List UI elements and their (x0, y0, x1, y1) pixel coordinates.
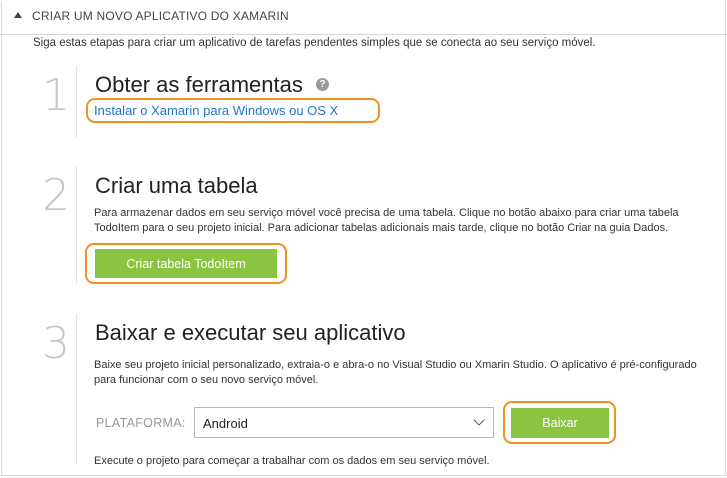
step-footer-text: Execute o projeto para começar a trabalh… (94, 455, 490, 467)
caret-up-icon[interactable] (14, 12, 22, 18)
install-xamarin-link[interactable]: Instalar o Xamarin para Windows ou OS X (94, 103, 338, 118)
platform-select-value: Android (203, 416, 248, 431)
step-title: Baixar e executar seu aplicativo (95, 320, 406, 345)
create-table-button[interactable]: Criar tabela TodoItem (95, 249, 277, 278)
section-title: CRIAR UM NOVO APLICATIVO DO XAMARIN (32, 9, 289, 23)
intro-text: Siga estas etapas para criar um aplicati… (33, 37, 596, 49)
step-divider (76, 314, 77, 464)
download-button[interactable]: Baixar (511, 408, 609, 438)
question-circle-icon[interactable]: ? (316, 78, 329, 91)
step-title: Obter as ferramentas (95, 72, 303, 97)
step-number: 3 (42, 318, 70, 369)
step-number: 2 (42, 170, 70, 221)
chevron-down-icon[interactable] (473, 414, 485, 426)
platform-label: PLATAFORMA: (96, 416, 186, 430)
step-title: Criar uma tabela (95, 173, 258, 198)
platform-select[interactable]: Android (194, 407, 494, 438)
step-divider (76, 166, 77, 284)
step-description: Para armazenar dados em seu serviço móve… (94, 207, 679, 234)
step-number: 1 (42, 70, 70, 121)
section-header[interactable]: CRIAR UM NOVO APLICATIVO DO XAMARIN (0, 0, 727, 35)
step-divider (76, 66, 77, 138)
step-description: Baixe seu projeto inicial personalizado,… (94, 359, 697, 386)
